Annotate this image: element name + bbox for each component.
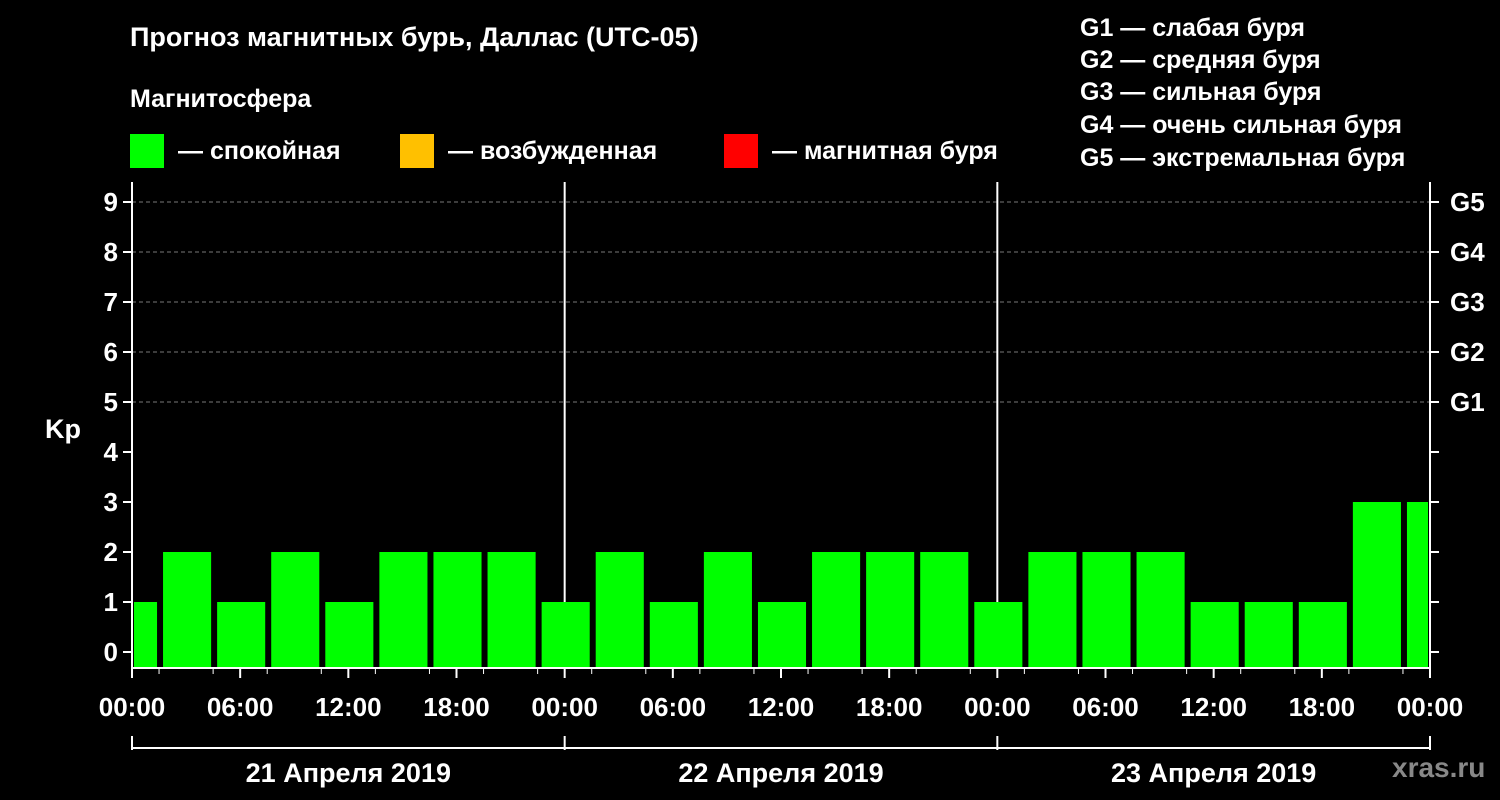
kp-bar <box>866 552 915 668</box>
y-tick-label: 2 <box>104 537 118 567</box>
y-tick-label: 5 <box>104 387 118 417</box>
x-tick-label: 12:00 <box>1180 692 1247 722</box>
kp-bar <box>217 602 266 668</box>
kp-bar <box>134 602 158 668</box>
x-tick-label: 00:00 <box>99 692 166 722</box>
kp-bar <box>1190 602 1239 668</box>
y-tick-label: 1 <box>104 587 118 617</box>
kp-bar <box>649 602 698 668</box>
kp-bar <box>541 602 590 668</box>
y-tick-label: 3 <box>104 487 118 517</box>
watermark: xras.ru <box>1392 752 1486 783</box>
g-level-label: G5 <box>1450 187 1485 217</box>
y-axis-label: Kp <box>45 414 81 444</box>
y-tick-label: 9 <box>104 187 118 217</box>
x-tick-label: 00:00 <box>1397 692 1464 722</box>
x-tick-label: 12:00 <box>748 692 815 722</box>
kp-bar <box>1082 552 1131 668</box>
kp-bar <box>1028 552 1077 668</box>
g-level-label: G2 <box>1450 337 1485 367</box>
x-tick-label: 18:00 <box>423 692 490 722</box>
y-tick-label: 4 <box>104 437 119 467</box>
kp-bar <box>920 552 969 668</box>
kp-bar <box>812 552 861 668</box>
x-tick-label: 12:00 <box>315 692 382 722</box>
kp-bar <box>974 602 1023 668</box>
x-tick-label: 06:00 <box>207 692 274 722</box>
kp-bar <box>595 552 644 668</box>
day-label: 21 Апреля 2019 <box>246 758 451 788</box>
kp-bar <box>703 552 752 668</box>
kp-bar <box>487 552 536 668</box>
kp-bar <box>433 552 482 668</box>
kp-bar <box>379 552 428 668</box>
g-level-label: G4 <box>1450 237 1485 267</box>
y-tick-label: 6 <box>104 337 118 367</box>
kp-bar <box>325 602 374 668</box>
kp-bar <box>1298 602 1347 668</box>
kp-bar <box>757 602 807 668</box>
x-tick-label: 06:00 <box>640 692 707 722</box>
kp-bar-chart: 0 1 2 3 4 5 6 7 8 9 G1 G2 G3 G4 G5 Kp 00:00 06:00 12:00 18:… <box>45 182 1485 788</box>
kp-bar <box>1352 502 1401 668</box>
kp-bar <box>1136 552 1185 668</box>
g-level-label: G3 <box>1450 287 1485 317</box>
y-tick-label: 8 <box>104 237 118 267</box>
g-level-label: G1 <box>1450 387 1485 417</box>
kp-bar <box>163 552 212 668</box>
x-tick-label: 06:00 <box>1072 692 1139 722</box>
x-tick-label: 00:00 <box>531 692 598 722</box>
kp-bar <box>1244 602 1293 668</box>
x-tick-label: 18:00 <box>856 692 923 722</box>
x-tick-label: 18:00 <box>1289 692 1356 722</box>
day-label: 22 Апреля 2019 <box>678 758 883 788</box>
x-tick-label: 00:00 <box>964 692 1031 722</box>
day-label: 23 Апреля 2019 <box>1111 758 1316 788</box>
kp-bar <box>1406 502 1428 668</box>
y-tick-label: 7 <box>104 287 118 317</box>
y-tick-label: 0 <box>104 637 118 667</box>
kp-bar <box>271 552 320 668</box>
